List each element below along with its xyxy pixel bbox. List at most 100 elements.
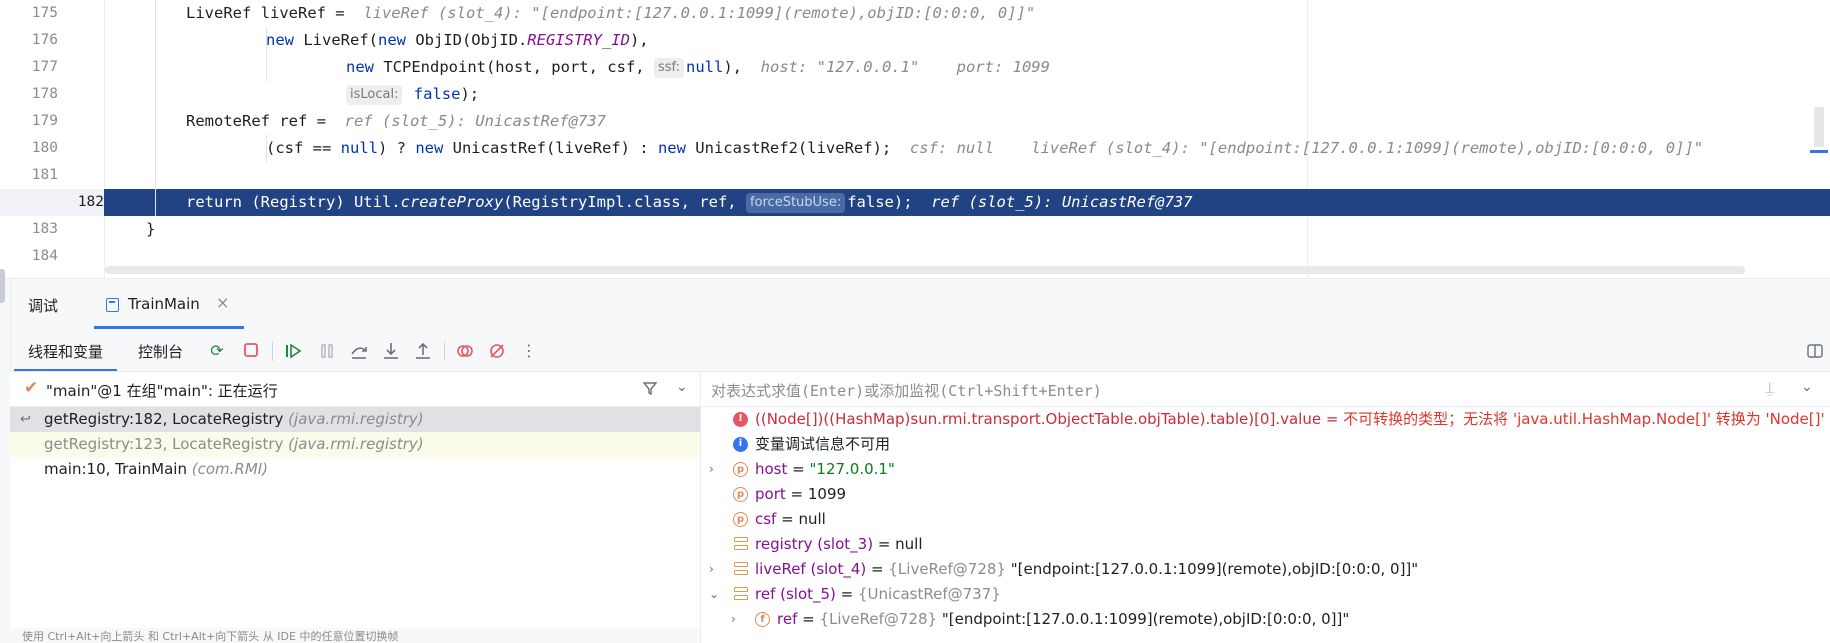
code-token: null <box>340 139 378 157</box>
evaluate-expression-input[interactable]: 对表达式求值(Enter)或添加监视(Ctrl+Shift+Enter) <box>711 380 1102 401</box>
code-token: LiveRef liveRef = <box>186 4 354 22</box>
code-token: new <box>657 139 696 157</box>
variable-row[interactable]: › p host = "127.0.0.1" <box>701 457 1830 482</box>
code-line[interactable]: 181 <box>0 162 1830 189</box>
error-icon: ! <box>733 412 748 427</box>
variable-text: ref (slot_5) = {UnicastRef@737} <box>755 582 1001 607</box>
horizontal-scrollbar[interactable] <box>105 266 1745 274</box>
code-token: ), <box>723 58 761 76</box>
variable-text: ((Node[])((HashMap)sun.rmi.transport.Obj… <box>755 407 1825 432</box>
chevron-down-icon[interactable]: ⌄ <box>1801 379 1813 395</box>
evaluate-expression-bar[interactable]: 对表达式求值(Enter)或添加监视(Ctrl+Shift+Enter) ⍊ ⌄ <box>701 372 1830 407</box>
parameter-hint: ssf: <box>653 58 684 78</box>
code-editor[interactable]: 175 LiveRef liveRef = liveRef (slot_4): "… <box>0 0 1830 278</box>
code-line[interactable]: 180 (csf == null) ? new UnicastRef(liveRe… <box>0 135 1830 162</box>
code-line[interactable]: 179 RemoteRef ref = ref (slot_5): Unicast… <box>0 108 1830 135</box>
field-icon: f <box>755 612 770 627</box>
stop-icon[interactable] <box>242 342 260 360</box>
line-number-text: 181 <box>31 167 58 183</box>
run-config-tab[interactable]: TrainMain × <box>94 279 244 331</box>
line-number-text: 176 <box>31 32 58 48</box>
stack-frame-label: getRegistry:182, LocateRegistry (java.rm… <box>44 407 424 432</box>
parameter-hint: isLocal: <box>346 85 403 105</box>
inline-debug-value: csf: null liveRef (slot_4): "[endpoint:[… <box>909 139 1704 157</box>
resize-handle[interactable] <box>0 269 5 303</box>
expand-arrow-icon[interactable]: › <box>709 557 714 582</box>
code-text: } <box>146 216 155 243</box>
resume-icon[interactable] <box>284 342 302 360</box>
local-variable-icon <box>733 562 748 577</box>
stack-frame[interactable]: main:10, TrainMain (com.RMI) <box>10 457 700 482</box>
mute-breakpoints-icon[interactable] <box>488 342 506 360</box>
collapse-arrow-icon[interactable]: ⌄ <box>709 582 719 607</box>
thread-selector[interactable]: ✔ "main"@1 在组"main": 正在运行 ⌄ <box>10 372 700 407</box>
inline-debug-value: ref (slot_5): UnicastRef@737 <box>931 193 1193 211</box>
variable-value: "[endpoint:[127.0.0.1:1099](remote),objI… <box>941 610 1350 628</box>
application-icon <box>106 298 119 312</box>
frame-method: main:10, TrainMain <box>44 460 192 478</box>
variables-pane: 对表达式求值(Enter)或添加监视(Ctrl+Shift+Enter) ⍊ ⌄… <box>701 372 1830 643</box>
equals-sign: = <box>835 585 859 603</box>
variable-row[interactable]: p csf = null <box>701 507 1830 532</box>
line-number: 177 <box>0 54 58 81</box>
code-line[interactable]: 183} <box>0 216 1830 243</box>
local-variable-icon <box>733 587 748 602</box>
equals-sign: = <box>873 535 896 553</box>
view-breakpoints-icon[interactable] <box>456 342 474 360</box>
indent-guide <box>266 27 267 81</box>
pause-icon[interactable] <box>318 342 336 360</box>
stack-frame[interactable]: getRegistry:123, LocateRegistry (java.rm… <box>10 432 700 457</box>
line-number-text: 178 <box>31 86 58 102</box>
code-line[interactable]: 175 LiveRef liveRef = liveRef (slot_4): "… <box>0 0 1830 27</box>
code-line[interactable]: 178 isLocal: false); <box>0 81 1830 108</box>
step-over-icon[interactable] <box>350 342 368 360</box>
variable-row[interactable]: ⌄ ref (slot_5) = {UnicastRef@737} <box>701 582 1830 607</box>
code-text: (csf == null) ? new UnicastRef(liveRef) … <box>266 135 1703 162</box>
add-watch-icon[interactable]: ⍊ <box>1765 378 1775 398</box>
line-number-text: 180 <box>31 140 58 156</box>
debug-title: 调试 <box>28 297 59 315</box>
variable-name: port <box>755 485 786 503</box>
code-token: UnicastRef(liveRef) : <box>452 139 658 157</box>
code-line[interactable]: 177 new TCPEndpoint(host, port, csf, ssf:… <box>0 54 1830 81</box>
code-token: class <box>633 193 681 211</box>
code-token: , ref, <box>680 193 746 211</box>
equals-sign: = <box>787 460 810 478</box>
variable-type: {LiveRef@728} <box>888 560 1011 578</box>
code-token: new <box>266 31 304 49</box>
filter-icon[interactable] <box>642 380 658 400</box>
parameter-icon: p <box>733 512 748 527</box>
close-tab-icon[interactable]: × <box>216 293 229 312</box>
line-number: 182 <box>0 189 104 216</box>
current-execution-line[interactable]: 182 return (Registry) Util.createProxy(Re… <box>0 189 1830 216</box>
variable-row[interactable]: ! ((Node[])((HashMap)sun.rmi.transport.Ob… <box>701 407 1830 432</box>
tab-threads-variables[interactable]: 线程和变量 <box>13 341 118 371</box>
line-number: 175 <box>0 0 58 27</box>
code-line[interactable]: 176 new LiveRef(new ObjID(ObjID.REGISTRY_… <box>0 27 1830 54</box>
variable-row[interactable]: i 变量调试信息不可用 <box>701 432 1830 457</box>
code-token: new <box>415 139 453 157</box>
expand-arrow-icon[interactable]: › <box>709 457 714 482</box>
variable-text: 变量调试信息不可用 <box>755 432 890 457</box>
line-number: 181 <box>0 162 58 189</box>
variable-row[interactable]: › liveRef (slot_4) = {LiveRef@728} "[endp… <box>701 557 1830 582</box>
stack-frame[interactable]: ↩ getRegistry:182, LocateRegistry (java.r… <box>10 407 700 432</box>
step-out-icon[interactable] <box>414 342 432 360</box>
parameter-icon: p <box>733 462 748 477</box>
rerun-icon[interactable]: ⟳ <box>208 342 226 360</box>
variable-row[interactable]: p port = 1099 <box>701 482 1830 507</box>
step-into-icon[interactable] <box>382 342 400 360</box>
line-number: 176 <box>0 27 58 54</box>
chevron-down-icon[interactable]: ⌄ <box>676 379 688 395</box>
parameter-hint: forceStubUse: <box>745 193 846 213</box>
expand-arrow-icon[interactable]: › <box>731 607 736 632</box>
variable-row[interactable]: › f ref = {LiveRef@728} "[endpoint:[127.0.… <box>701 607 1830 632</box>
variable-row[interactable]: registry (slot_3) = null <box>701 532 1830 557</box>
equals-sign: = <box>1321 410 1344 428</box>
tab-console[interactable]: 控制台 <box>138 341 183 362</box>
layout-icon[interactable] <box>1806 342 1824 360</box>
vertical-scrollbar-thumb[interactable] <box>1814 107 1824 147</box>
line-number-text: 184 <box>31 248 58 264</box>
indent-guide <box>155 0 156 216</box>
more-icon[interactable]: ⋮ <box>520 342 538 360</box>
